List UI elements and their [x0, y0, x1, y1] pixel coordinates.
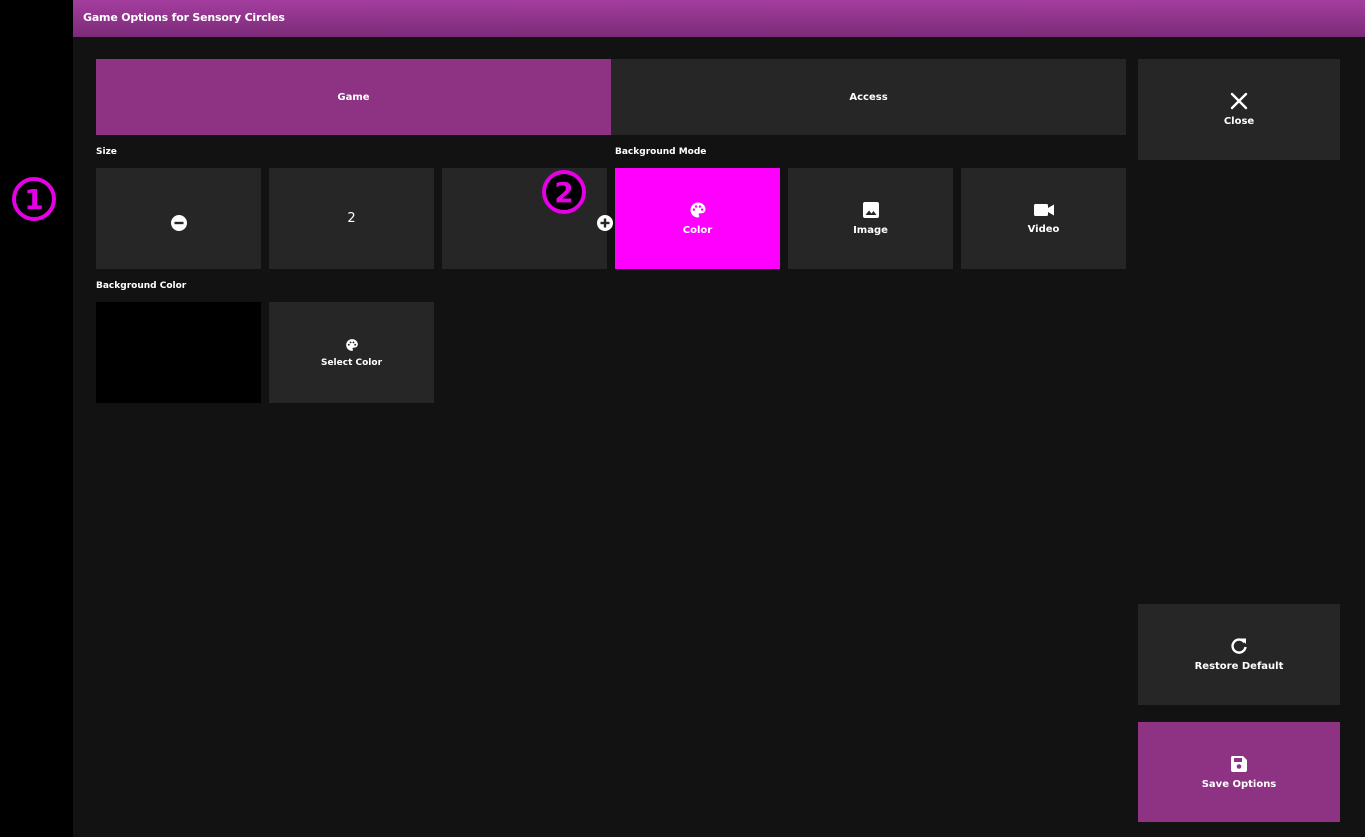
size-decrease-button[interactable]	[96, 168, 261, 269]
restore-default-label: Restore Default	[1194, 661, 1284, 672]
background-color-swatch[interactable]	[96, 302, 261, 403]
tab-access[interactable]: Access	[611, 59, 1126, 135]
plus-circle-icon	[596, 214, 614, 232]
save-options-label: Save Options	[1201, 778, 1277, 790]
game-options-window: Game Options for Sensory Circles Game Ac…	[73, 0, 1365, 837]
window-title: Game Options for Sensory Circles	[83, 11, 285, 24]
mode-image-button[interactable]: Image	[788, 168, 953, 269]
mode-video-button[interactable]: Video	[961, 168, 1126, 269]
mode-video-label: Video	[1027, 224, 1060, 235]
background-color-label: Background Color	[96, 281, 187, 291]
annotation-badge-1: 1	[12, 177, 56, 221]
save-icon	[1230, 755, 1248, 773]
minus-circle-icon	[170, 214, 188, 232]
close-icon	[1230, 92, 1248, 110]
select-color-button[interactable]: Select Color	[269, 302, 434, 403]
save-options-button[interactable]: Save Options	[1138, 722, 1340, 822]
close-button[interactable]: Close	[1138, 59, 1340, 160]
restore-default-button[interactable]: Restore Default	[1138, 604, 1340, 705]
mode-color-button[interactable]: Color	[615, 168, 780, 269]
palette-icon	[345, 338, 359, 352]
palette-icon	[689, 201, 707, 219]
tab-game-label: Game	[337, 91, 370, 103]
mode-image-label: Image	[853, 225, 888, 236]
title-bar: Game Options for Sensory Circles	[73, 0, 1365, 37]
background-mode-label: Background Mode	[615, 147, 707, 157]
mode-color-label: Color	[682, 225, 713, 236]
size-value: 2	[269, 168, 434, 269]
annotation-badge-2: 2	[542, 170, 586, 214]
video-icon	[1033, 202, 1055, 218]
refresh-icon	[1230, 637, 1248, 655]
size-label: Size	[96, 147, 117, 157]
tab-access-label: Access	[849, 91, 888, 103]
close-label: Close	[1223, 116, 1255, 127]
image-icon	[862, 201, 880, 219]
select-color-label: Select Color	[320, 357, 383, 368]
size-value-text: 2	[347, 211, 356, 226]
tab-game[interactable]: Game	[96, 59, 611, 135]
